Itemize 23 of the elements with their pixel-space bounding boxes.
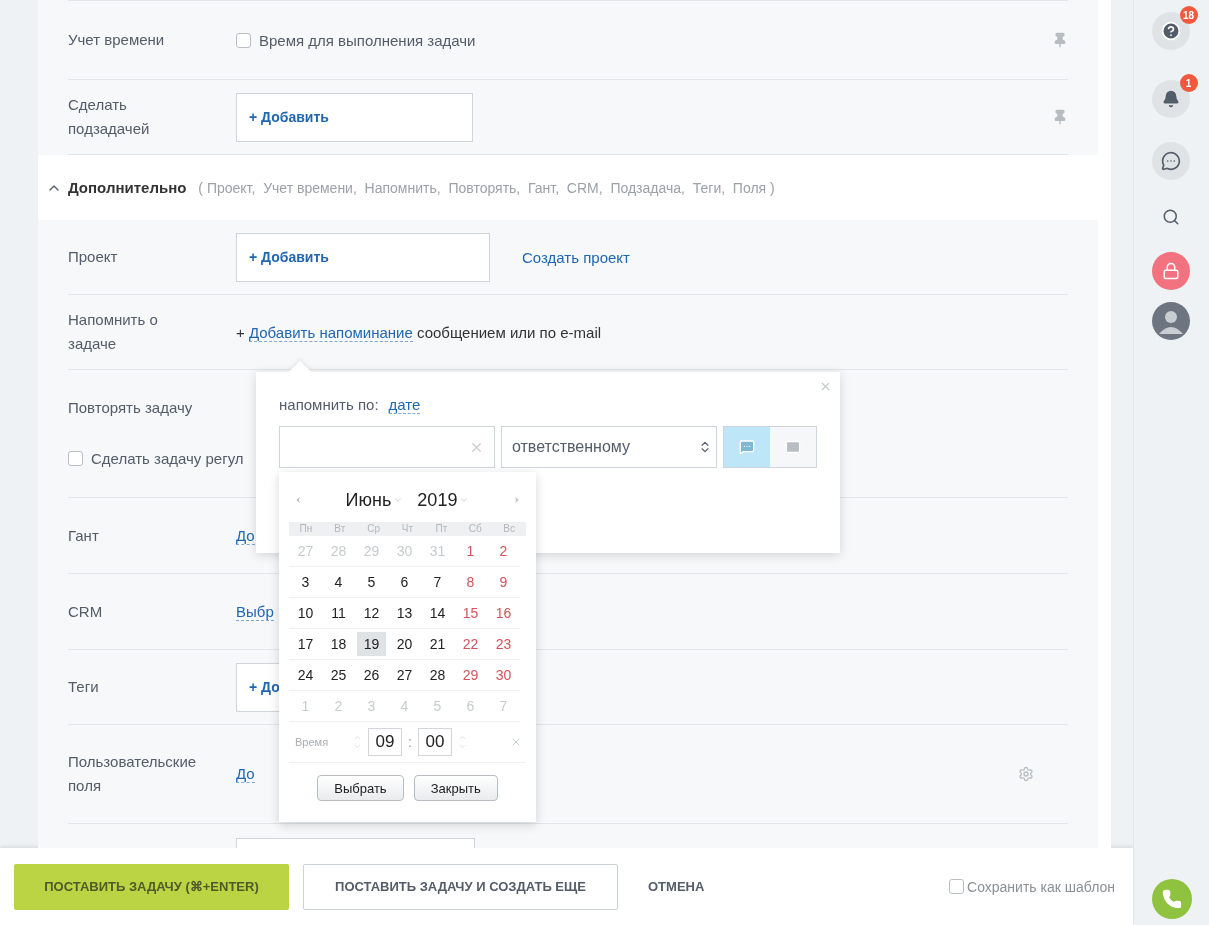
- reminder-text: + Добавить напоминание сообщением или по e-mail: [236, 323, 602, 341]
- remind-by-label: напомнить по:: [279, 396, 379, 414]
- field-label: Пользовательские поля: [68, 752, 198, 796]
- weekday-label: Чт: [400, 522, 415, 536]
- weekday-label: Пт: [434, 522, 449, 536]
- field-label: Гант: [68, 525, 100, 546]
- weekday-label: Сб: [467, 522, 483, 536]
- time-label: Время: [295, 736, 330, 748]
- field-label: CRM: [68, 601, 104, 622]
- field-label: Проект: [68, 247, 119, 267]
- field-label: Сделать подзадачей: [68, 95, 151, 139]
- notification-badge: 18: [1179, 6, 1198, 24]
- notification-badge: 1: [1179, 74, 1198, 92]
- weekday-label: Вс: [502, 522, 516, 536]
- field-label: Теги: [68, 677, 100, 697]
- weekday-label: Ср: [366, 522, 382, 536]
- section-summary: ( Проект, Учет времени, Напомнить, Повторять, Гант, CRM, Подзадача, Теги, Поля ): [198, 179, 775, 196]
- time-separator: :: [408, 734, 412, 750]
- field-label: Напомнить о задаче: [68, 310, 159, 354]
- weekday-label: Вт: [333, 522, 347, 536]
- weekday-label: Пн: [298, 522, 314, 536]
- field-label: Учет времени: [68, 30, 166, 50]
- field-label: Повторять задачу: [68, 398, 194, 418]
